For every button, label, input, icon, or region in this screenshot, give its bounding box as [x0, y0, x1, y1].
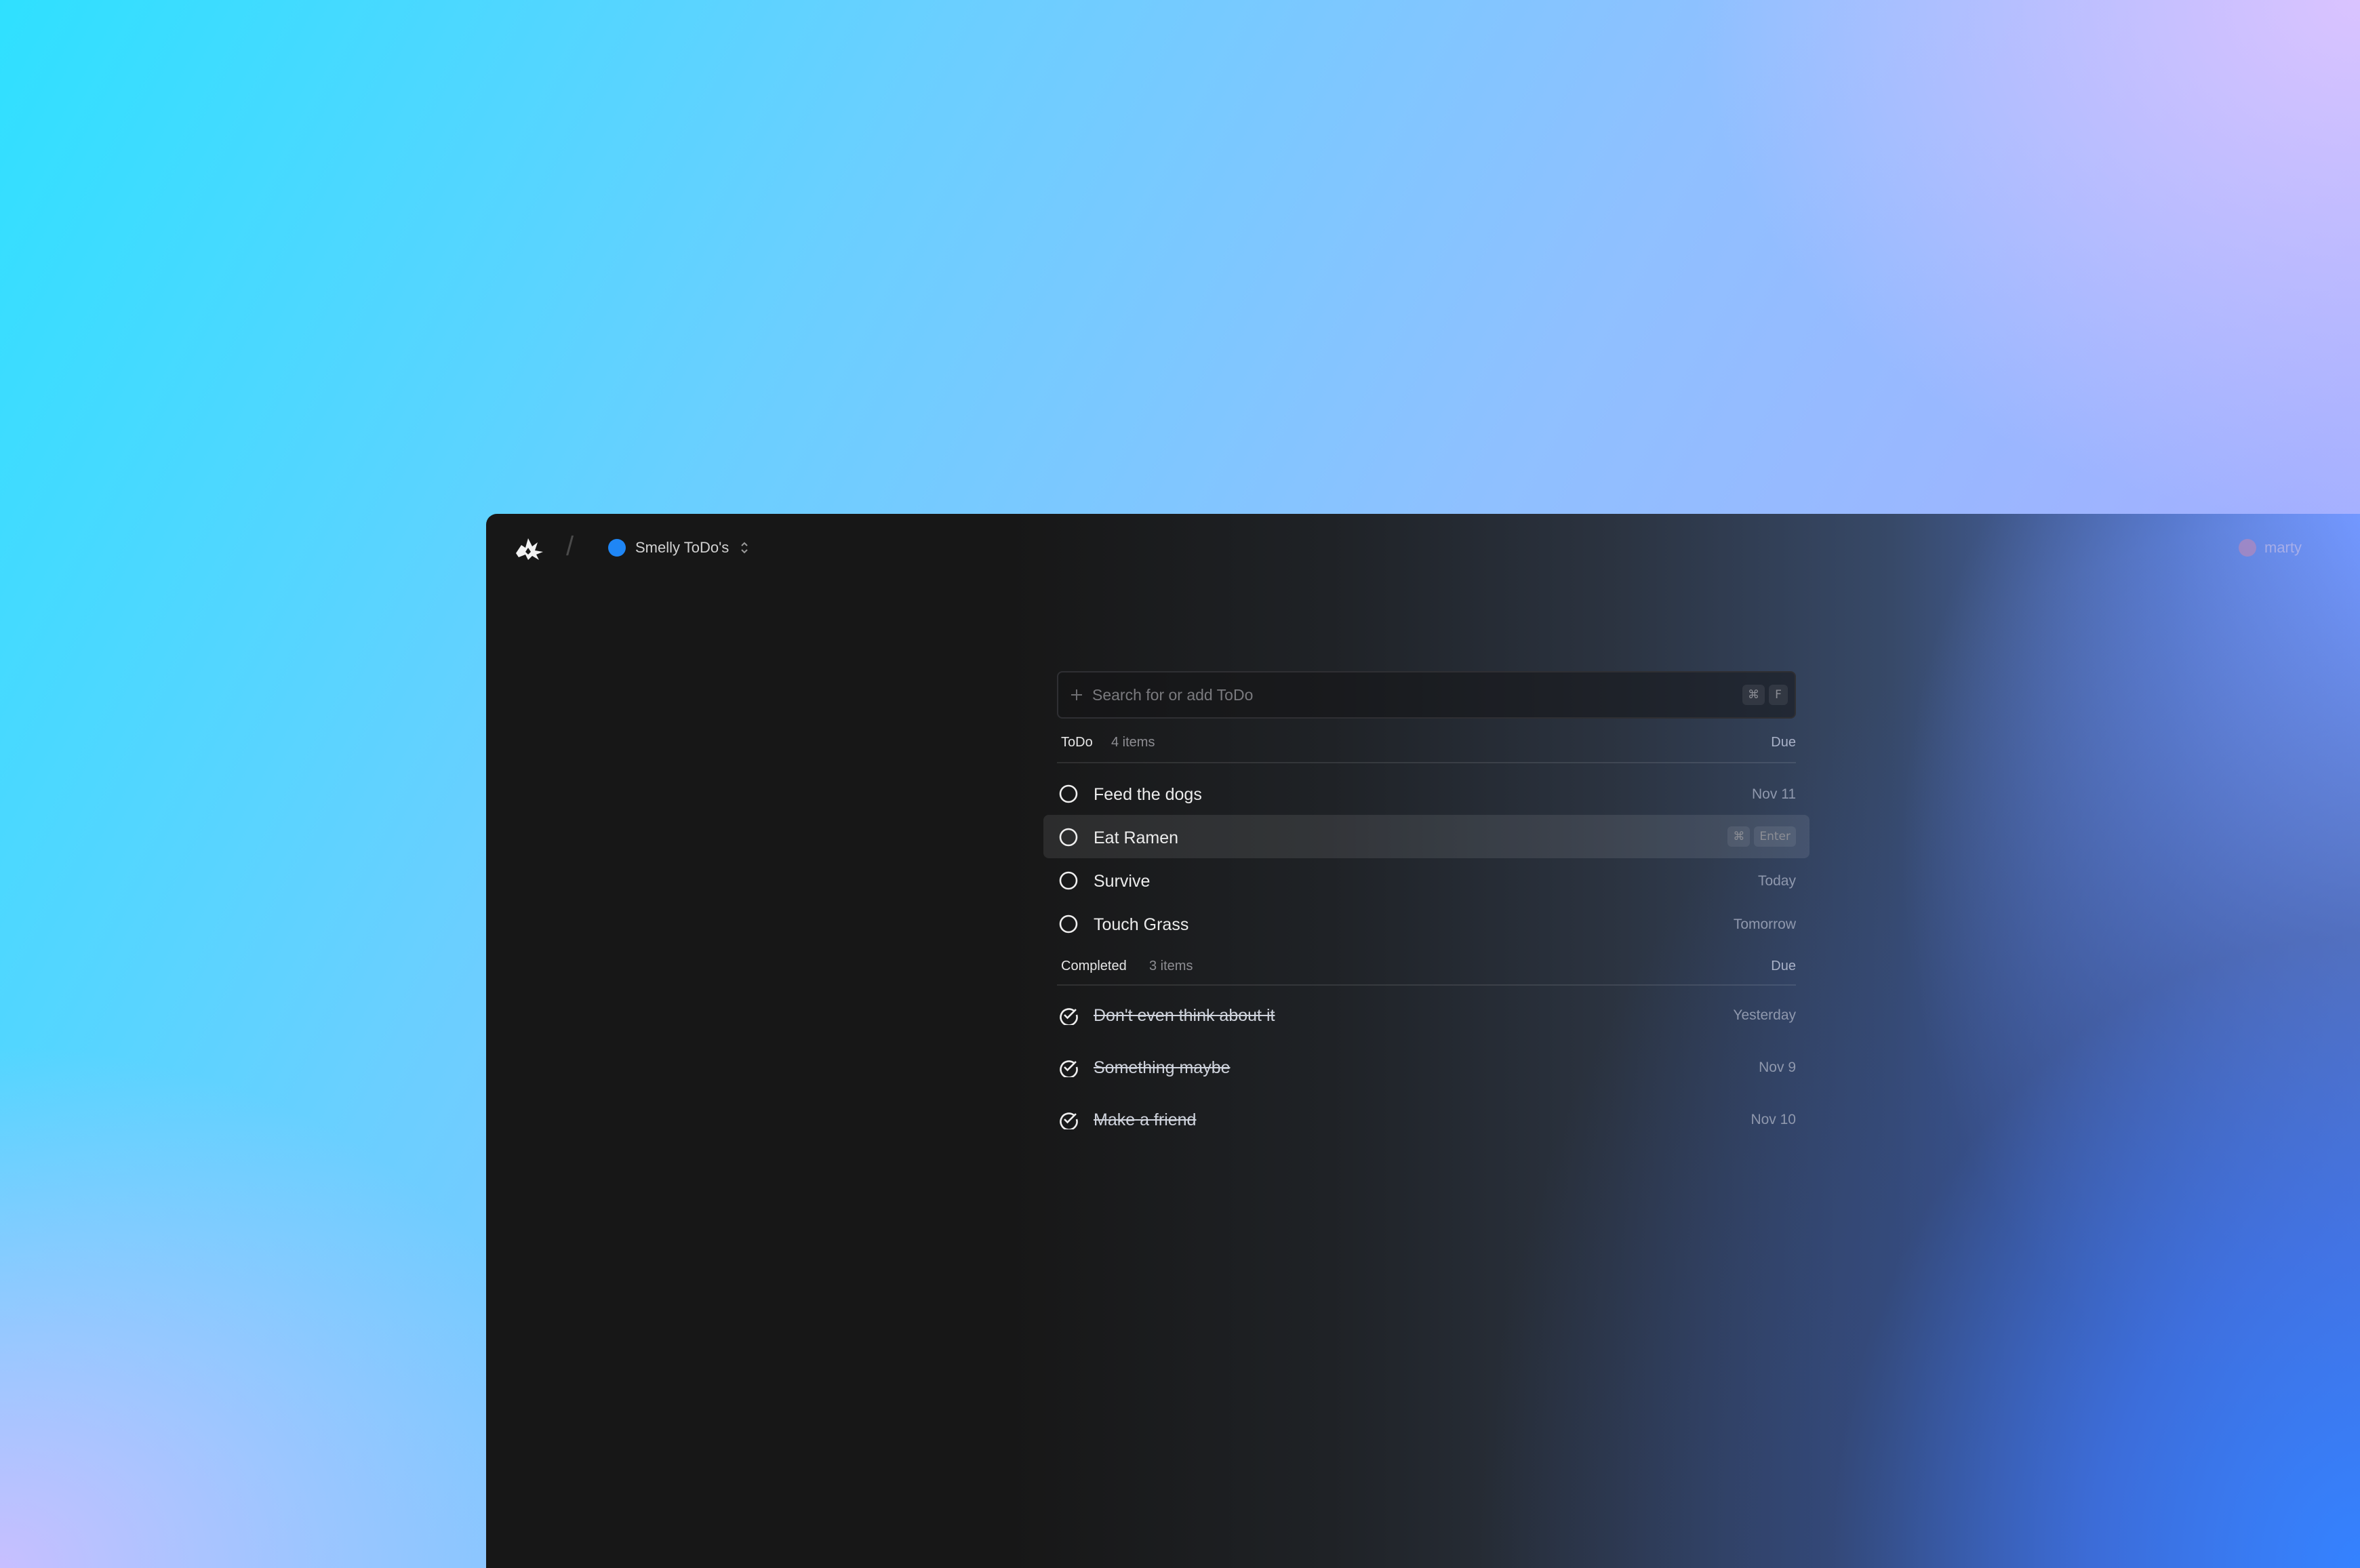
- todo-item-label: Touch Grass: [1094, 915, 1189, 934]
- section-count: 3 items: [1149, 959, 1193, 973]
- todo-item-due: Nov 11: [1752, 786, 1796, 802]
- user-name: marty: [2264, 539, 2302, 556]
- checkbox-checked-icon[interactable]: [1058, 1057, 1079, 1077]
- todo-item-due: Today: [1757, 873, 1796, 889]
- todo-item-due: Tomorrow: [1733, 917, 1796, 932]
- completed-item[interactable]: Something maybe Nov 9: [1057, 1041, 1796, 1093]
- todo-item-label: Eat Ramen: [1094, 828, 1179, 847]
- project-color-dot: [608, 539, 626, 557]
- item-shortcut: ⌘ Enter: [1727, 826, 1796, 847]
- search-shortcut: ⌘ F: [1742, 685, 1788, 705]
- search-bar[interactable]: ⌘ F: [1057, 671, 1796, 719]
- checkbox-empty-icon[interactable]: [1058, 870, 1079, 891]
- checkbox-empty-icon[interactable]: [1058, 827, 1079, 847]
- completed-item-label: Something maybe: [1094, 1058, 1231, 1077]
- todo-section-header: ToDo 4 items Due: [1057, 719, 1796, 763]
- completed-item[interactable]: Make a friend Nov 10: [1057, 1093, 1796, 1145]
- user-menu[interactable]: marty: [2239, 534, 2302, 561]
- chevron-up-down-icon: [741, 542, 748, 554]
- completed-item-due: Yesterday: [1733, 1007, 1796, 1023]
- checkbox-empty-icon[interactable]: [1058, 914, 1079, 934]
- section-title: Completed: [1061, 959, 1127, 973]
- todo-item[interactable]: Survive Today: [1057, 858, 1796, 902]
- checkbox-checked-icon[interactable]: [1058, 1109, 1079, 1129]
- kbd-key: ⌘: [1742, 685, 1765, 705]
- checkbox-empty-icon[interactable]: [1058, 784, 1079, 804]
- todo-item-selected[interactable]: Eat Ramen ⌘ Enter: [1043, 815, 1809, 858]
- kbd-key: ⌘: [1727, 826, 1751, 847]
- project-name: Smelly ToDo's: [635, 539, 729, 556]
- app-window: / Smelly ToDo's marty ⌘ F ToDo: [486, 514, 2360, 1568]
- due-column-label[interactable]: Due: [1771, 959, 1796, 974]
- completed-item[interactable]: Don't even think about it Yesterday: [1057, 988, 1796, 1041]
- app-logo-icon[interactable]: [512, 533, 547, 563]
- kbd-key: F: [1769, 685, 1788, 705]
- kbd-key: Enter: [1754, 826, 1796, 847]
- completed-item-label: Make a friend: [1094, 1110, 1197, 1129]
- breadcrumb-separator: /: [566, 531, 574, 561]
- todo-item-label: Survive: [1094, 872, 1151, 891]
- project-switcher[interactable]: Smelly ToDo's: [608, 534, 751, 561]
- completed-item-label: Don't even think about it: [1094, 1006, 1275, 1025]
- checkbox-checked-icon[interactable]: [1058, 1005, 1079, 1025]
- completed-section-header: Completed 3 items Due: [1057, 945, 1796, 986]
- section-title: ToDo: [1061, 735, 1093, 750]
- due-column-label[interactable]: Due: [1771, 735, 1796, 750]
- todo-item[interactable]: Touch Grass Tomorrow: [1057, 902, 1796, 945]
- completed-item-due: Nov 10: [1751, 1112, 1796, 1127]
- top-bar: / Smelly ToDo's marty: [486, 514, 2360, 582]
- todo-panel: ⌘ F ToDo 4 items Due Feed the dogs Nov 1…: [1043, 671, 1809, 1145]
- plus-icon: [1071, 689, 1082, 700]
- avatar: [2239, 539, 2256, 557]
- section-count: 4 items: [1111, 735, 1155, 750]
- todo-item-label: Feed the dogs: [1094, 785, 1202, 804]
- search-input[interactable]: [1092, 672, 1702, 717]
- todo-item[interactable]: Feed the dogs Nov 11: [1057, 771, 1796, 815]
- completed-item-due: Nov 9: [1759, 1060, 1796, 1075]
